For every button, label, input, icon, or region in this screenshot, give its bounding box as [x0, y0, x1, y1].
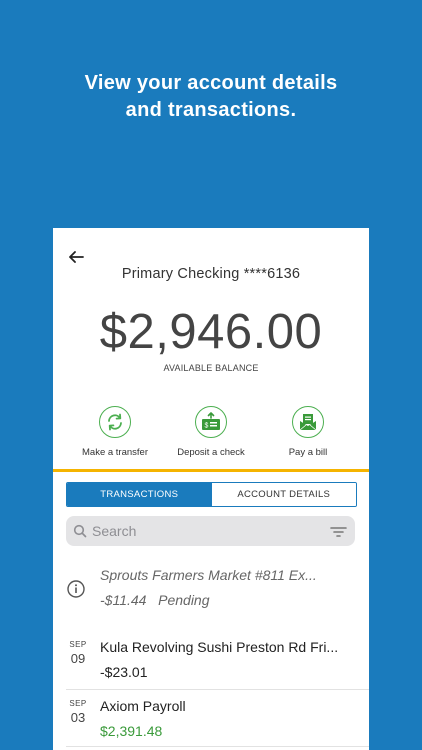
promo-headline-line2: and transactions.	[125, 99, 297, 121]
view-tabs: TRANSACTIONS ACCOUNT DETAILS	[66, 482, 357, 507]
info-icon[interactable]	[67, 580, 85, 603]
deposit-check-button[interactable]: $ Deposit a check	[166, 406, 256, 458]
back-arrow-icon[interactable]	[67, 248, 85, 266]
transfer-icon	[99, 406, 131, 438]
deposit-check-icon: $	[195, 406, 227, 438]
transaction-day: 03	[70, 710, 86, 725]
row-divider	[66, 746, 369, 747]
search-icon	[73, 524, 87, 543]
make-transfer-button[interactable]: Make a transfer	[70, 406, 160, 458]
available-balance-label: AVAILABLE BALANCE	[163, 363, 259, 373]
row-divider	[66, 689, 369, 690]
tab-transactions[interactable]: TRANSACTIONS	[67, 483, 212, 506]
account-title: Primary Checking ****6136	[121, 266, 301, 282]
pay-bill-button[interactable]: Pay a bill	[263, 406, 353, 458]
transaction-name: Sprouts Farmers Market #811 Ex...	[100, 567, 317, 583]
transaction-day: 09	[70, 651, 86, 666]
tab-account-details[interactable]: ACCOUNT DETAILS	[211, 483, 356, 506]
account-card: Primary Checking ****6136 $2,946.00 AVAI…	[53, 228, 369, 750]
transaction-month: SEP	[69, 699, 87, 708]
promo-headline-line1: View your account details	[84, 72, 338, 94]
deposit-check-label: Deposit a check	[177, 447, 245, 458]
transaction-name: Axiom Payroll	[100, 698, 186, 714]
search-input[interactable]: Search	[92, 523, 136, 539]
promo-headline: View your account details and transactio…	[0, 70, 422, 124]
available-balance-amount: $2,946.00	[99, 305, 323, 359]
transaction-date: SEP 03	[66, 699, 90, 725]
pay-bill-label: Pay a bill	[288, 447, 328, 458]
transaction-amount: -$23.01	[100, 664, 148, 680]
pay-bill-icon	[292, 406, 324, 438]
transaction-status: Pending	[158, 592, 210, 608]
transaction-name: Kula Revolving Sushi Preston Rd Fri...	[100, 639, 339, 655]
transaction-amount: -$11.44 Pending	[100, 592, 210, 608]
transaction-amount-value: -$11.44	[100, 592, 147, 608]
transaction-month: SEP	[69, 640, 87, 649]
make-transfer-label: Make a transfer	[82, 447, 148, 458]
transaction-amount: $2,391.48	[100, 723, 163, 739]
filter-icon[interactable]	[330, 525, 347, 543]
transaction-date: SEP 09	[66, 640, 90, 666]
search-bar[interactable]: Search	[66, 516, 355, 546]
svg-text:$: $	[205, 423, 209, 430]
